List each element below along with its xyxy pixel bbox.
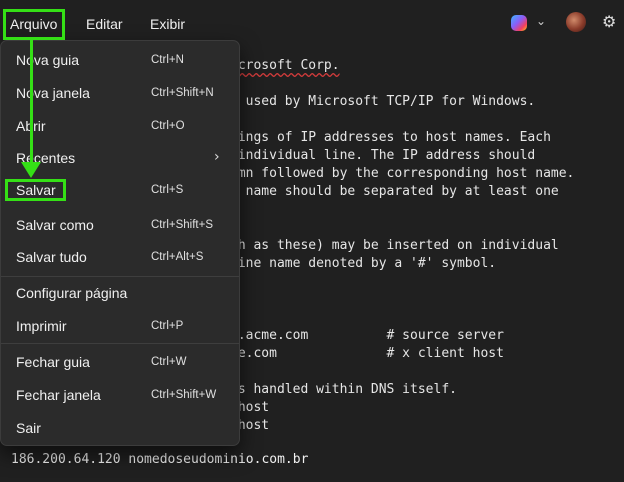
menu-exibir[interactable]: Exibir: [150, 16, 185, 32]
menu-item-label: Fechar guia: [16, 354, 90, 370]
menu-item-shortcut: Ctrl+Shift+N: [151, 87, 214, 99]
menu-separator: [1, 343, 239, 344]
menu-item-label: Nova guia: [16, 52, 80, 68]
menu-item-shortcut: Ctrl+Shift+S: [151, 219, 213, 231]
menu-item-fechar-janela[interactable]: Fechar janela Ctrl+Shift+W: [1, 380, 239, 410]
menu-item-label: Fechar janela: [16, 387, 101, 403]
menu-item-shortcut: Ctrl+P: [151, 320, 184, 332]
chevron-down-icon[interactable]: ⌄: [536, 14, 546, 28]
chevron-right-icon: ›: [214, 149, 220, 165]
menu-item-imprimir[interactable]: Imprimir Ctrl+P: [1, 311, 239, 341]
annotation-arrow-line: [30, 40, 33, 165]
menu-item-sair[interactable]: Sair: [1, 413, 239, 443]
menu-item-shortcut: Ctrl+Alt+S: [151, 251, 204, 263]
menu-item-salvar-como[interactable]: Salvar como Ctrl+Shift+S: [1, 210, 239, 240]
editor-line: me.com # x client host: [230, 346, 504, 361]
menu-item-label: Sair: [16, 420, 41, 436]
editor-line: e used by Microsoft TCP/IP for Windows.: [230, 94, 536, 109]
annotation-arrow-head: [21, 162, 41, 178]
menu-item-shortcut: Ctrl+W: [151, 356, 187, 368]
editor-line: t name should be separated by at least o…: [230, 184, 559, 199]
editor-line: hine name denoted by a '#' symbol.: [230, 256, 497, 271]
menu-item-label: Nova janela: [16, 85, 90, 101]
menu-item-shortcut: Ctrl+Shift+W: [151, 389, 217, 401]
copilot-icon[interactable]: [511, 15, 527, 31]
menu-item-label: Salvar como: [16, 217, 94, 233]
avatar[interactable]: [566, 12, 586, 32]
editor-line: is handled within DNS itself.: [230, 382, 457, 397]
menu-editar[interactable]: Editar: [86, 16, 123, 32]
menu-item-configurar-pagina[interactable]: Configurar página: [1, 278, 239, 308]
editor-line: ch as these) may be inserted on individu…: [230, 238, 559, 253]
menu-item-salvar-tudo[interactable]: Salvar tudo Ctrl+Alt+S: [1, 242, 239, 272]
editor-line: icrosoft Corp.: [230, 58, 340, 73]
editor-line: o.acme.com # source server: [230, 328, 504, 343]
menu-item-fechar-guia[interactable]: Fechar guia Ctrl+W: [1, 347, 239, 377]
editor-line: pings of IP addresses to host names. Eac…: [230, 130, 551, 145]
menu-item-shortcut: Ctrl+S: [151, 184, 184, 196]
menu-item-label: Imprimir: [16, 318, 67, 334]
menu-item-nova-guia[interactable]: Nova guia Ctrl+N: [1, 45, 239, 75]
menu-item-label: Salvar tudo: [16, 249, 87, 265]
file-menu: Nova guia Ctrl+N Nova janela Ctrl+Shift+…: [0, 40, 240, 446]
menu-bar: Arquivo Editar Exibir ⌄ ⚙: [0, 0, 624, 44]
gear-icon[interactable]: ⚙: [602, 12, 616, 31]
editor-last-line: 186.200.64.120 nomedoseudominio.com.br: [11, 452, 309, 467]
editor-line: individual line. The IP address should: [230, 148, 536, 163]
menu-item-nova-janela[interactable]: Nova janela Ctrl+Shift+N: [1, 78, 239, 108]
menu-item-shortcut: Ctrl+O: [151, 120, 185, 132]
menu-separator: [1, 276, 239, 277]
editor-line: umn followed by the corresponding host n…: [230, 166, 575, 181]
menu-item-shortcut: Ctrl+N: [151, 54, 184, 66]
highlight-box-arquivo: [3, 9, 65, 40]
menu-item-abrir[interactable]: Abrir Ctrl+O: [1, 111, 239, 141]
highlight-box-salvar: [5, 179, 66, 201]
menu-item-label: Configurar página: [16, 285, 128, 301]
